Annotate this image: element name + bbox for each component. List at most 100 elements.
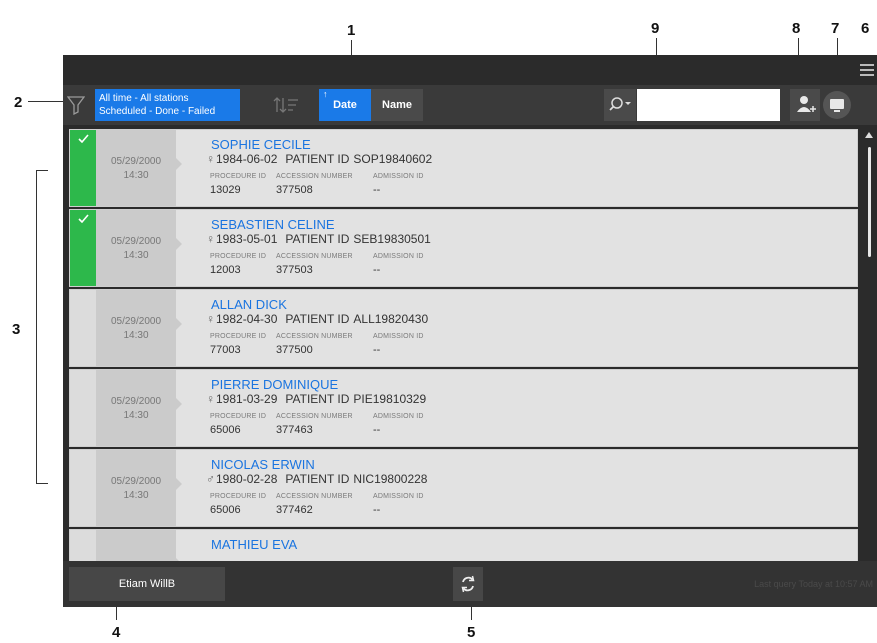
sort-direction-icon: ↑ [323,89,328,99]
female-icon: ♀ [206,392,215,406]
scroll-thumb[interactable] [868,147,871,257]
callout-4: 4 [112,624,121,641]
female-icon: ♀ [206,232,215,246]
callout-3-bracket-bottom [36,483,48,484]
filter-time-station-text: All time - All stations [99,93,189,104]
status-indicator [70,290,96,366]
female-icon: ♀ [206,152,215,166]
list-item[interactable]: 05/29/2000 14:30 SOPHIE CECILE ♀1984-06-… [69,129,858,207]
accession-number: 377508 [276,184,313,196]
check-icon [78,214,89,223]
date-cell [96,530,182,561]
accession-number: 377463 [276,424,313,436]
search-input[interactable] [637,89,780,121]
refresh-button[interactable] [453,567,483,601]
add-patient-icon [797,96,816,112]
callout-8: 8 [792,20,801,37]
sort-by-date-label: Date [333,99,357,111]
list-item[interactable]: 05/29/2000 14:30 NICOLAS ERWIN ♂1980-02-… [69,449,858,527]
last-query-text: Last query Today at 10:57 AM [754,579,873,589]
exam-time: 14:30 [123,410,149,421]
accession-number: 377462 [276,504,313,516]
top-bar [63,55,877,85]
list-item[interactable]: 05/29/2000 14:30 ALLAN DICK ♀1982-04-30 P… [69,289,858,367]
admission-id: -- [373,424,381,436]
patient-name-link[interactable]: ALLAN DICK [211,297,287,312]
patient-id: NIC19800228 [353,472,428,486]
birth-date: 1983-05-01 [216,232,278,246]
procedure-id: 12003 [210,264,241,276]
female-icon: ♀ [206,312,215,326]
patient-name-link[interactable]: SOPHIE CECILE [211,137,311,152]
patient-info-line: ♂1980-02-28 PATIENT ID NIC19800228 [206,472,427,486]
list-item[interactable]: 05/29/2000 14:30 SEBASTIEN CELINE ♀1983-… [69,209,858,287]
sort-by-date-button[interactable]: ↑ Date [319,89,371,121]
patient-id-label: PATIENT ID [285,152,350,166]
patient-name-link[interactable]: NICOLAS ERWIN [211,457,315,472]
procedure-id: 13029 [210,184,241,196]
sort-by-name-button[interactable]: Name [371,89,423,121]
procedure-id-header: PROCEDURE ID [210,333,267,340]
check-icon [78,134,89,143]
patient-id: SEB19830501 [353,232,431,246]
status-indicator [70,370,96,446]
sort-icon [273,97,298,113]
menu-icon-bar [860,74,874,76]
search-options-button[interactable] [604,89,636,121]
status-indicator [70,450,96,526]
male-icon: ♂ [206,472,215,486]
patient-info-line: ♀1981-03-29 PATIENT ID PIE19810329 [206,392,426,406]
patient-name-link[interactable]: PIERRE DOMINIQUE [211,377,338,392]
menu-icon-bar [860,69,874,71]
admission-id-header: ADMISSION ID [373,493,424,500]
date-cell: 05/29/2000 14:30 [96,450,182,526]
list-item[interactable]: 05/29/2000 14:30 PIERRE DOMINIQUE ♀1981-… [69,369,858,447]
patient-info-line: ♀1982-04-30 PATIENT ID ALL19820430 [206,312,428,326]
admission-id-header: ADMISSION ID [373,173,424,180]
add-patient-button[interactable] [790,89,820,121]
accession-number-header: ACCESSION NUMBER [276,333,353,340]
scroll-up-arrow[interactable] [865,132,873,138]
birth-date: 1984-06-02 [216,152,278,166]
patient-info-line: ♀1983-05-01 PATIENT ID SEB19830501 [206,232,431,246]
procedure-id: 65006 [210,504,241,516]
user-button[interactable]: Etiam WillB [69,567,225,601]
monitor-icon [830,99,844,112]
list-scrollbar[interactable] [862,129,877,589]
filter-icon[interactable] [67,95,85,115]
date-cell: 05/29/2000 14:30 [96,290,182,366]
status-indicator [70,530,96,561]
date-cell: 05/29/2000 14:30 [96,210,182,286]
procedure-id-header: PROCEDURE ID [210,173,267,180]
exam-date: 05/29/2000 [110,476,162,487]
callout-6: 6 [861,20,870,37]
exam-date: 05/29/2000 [110,396,162,407]
birth-date: 1982-04-30 [216,312,278,326]
accession-number: 377500 [276,344,313,356]
admission-id: -- [373,504,381,516]
filter-summary-button[interactable]: All time - All stations Scheduled - Done… [95,89,240,121]
procedure-id-header: PROCEDURE ID [210,413,267,420]
patient-id: PIE19810329 [353,392,427,406]
sort-by-name-label: Name [382,99,412,111]
callout-5: 5 [467,624,476,641]
accession-number: 377503 [276,264,313,276]
admission-id: -- [373,344,381,356]
procedure-id-header: PROCEDURE ID [210,253,267,260]
menu-button[interactable] [857,59,877,81]
callout-3-bracket-top [36,170,48,171]
date-cell: 05/29/2000 14:30 [96,130,182,206]
birth-date: 1980-02-28 [216,472,278,486]
admission-id: -- [373,264,381,276]
accession-number-header: ACCESSION NUMBER [276,173,353,180]
filter-status-text: Scheduled - Done - Failed [99,106,216,117]
monitor-button[interactable] [823,91,851,119]
list-item[interactable]: MATHIEU EVA [69,529,858,561]
exam-time: 14:30 [123,330,149,341]
bottom-bar: Etiam WillB Last query Today at 10:57 AM [63,561,877,607]
patient-name-link[interactable]: MATHIEU EVA [211,537,297,552]
callout-3: 3 [12,321,21,338]
patient-name-link[interactable]: SEBASTIEN CELINE [211,217,335,232]
patient-id: ALL19820430 [353,312,429,326]
admission-id: -- [373,184,381,196]
